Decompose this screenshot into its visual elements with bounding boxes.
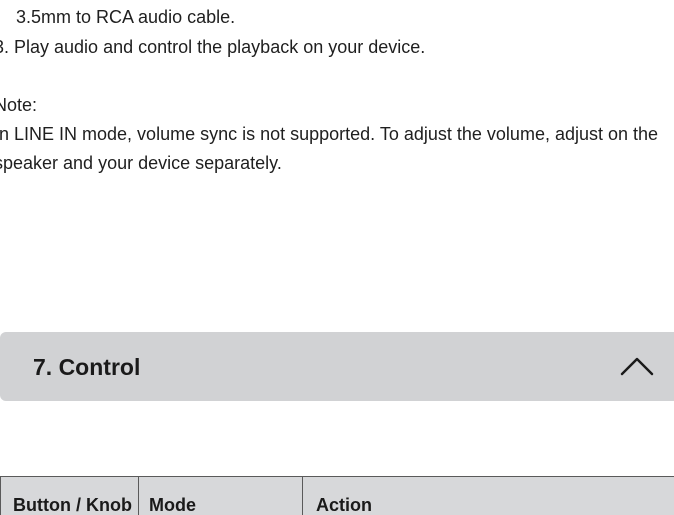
instruction-step-3: 3. Play audio and control the playback o… xyxy=(0,37,426,57)
table-header-mode: Mode xyxy=(139,477,303,515)
section-header-control[interactable]: 7. Control xyxy=(0,332,674,401)
table-header-action: Action xyxy=(316,495,372,515)
instruction-text-cable: 3.5mm to RCA audio cable. xyxy=(16,7,236,27)
note-text-line-2: speaker and your device separately. xyxy=(0,153,282,173)
manual-page: 3.5mm to RCA audio cable. 3. Play audio … xyxy=(0,0,674,515)
control-table: Button / Knob Mode Action xyxy=(0,476,674,515)
note-label: Note: xyxy=(0,95,38,115)
chevron-up-icon[interactable] xyxy=(620,354,654,378)
table-header-button-knob: Button / Knob xyxy=(0,477,139,515)
note-text-line-1: In LINE IN mode, volume sync is not supp… xyxy=(0,124,659,144)
section-title: 7. Control xyxy=(33,354,141,380)
